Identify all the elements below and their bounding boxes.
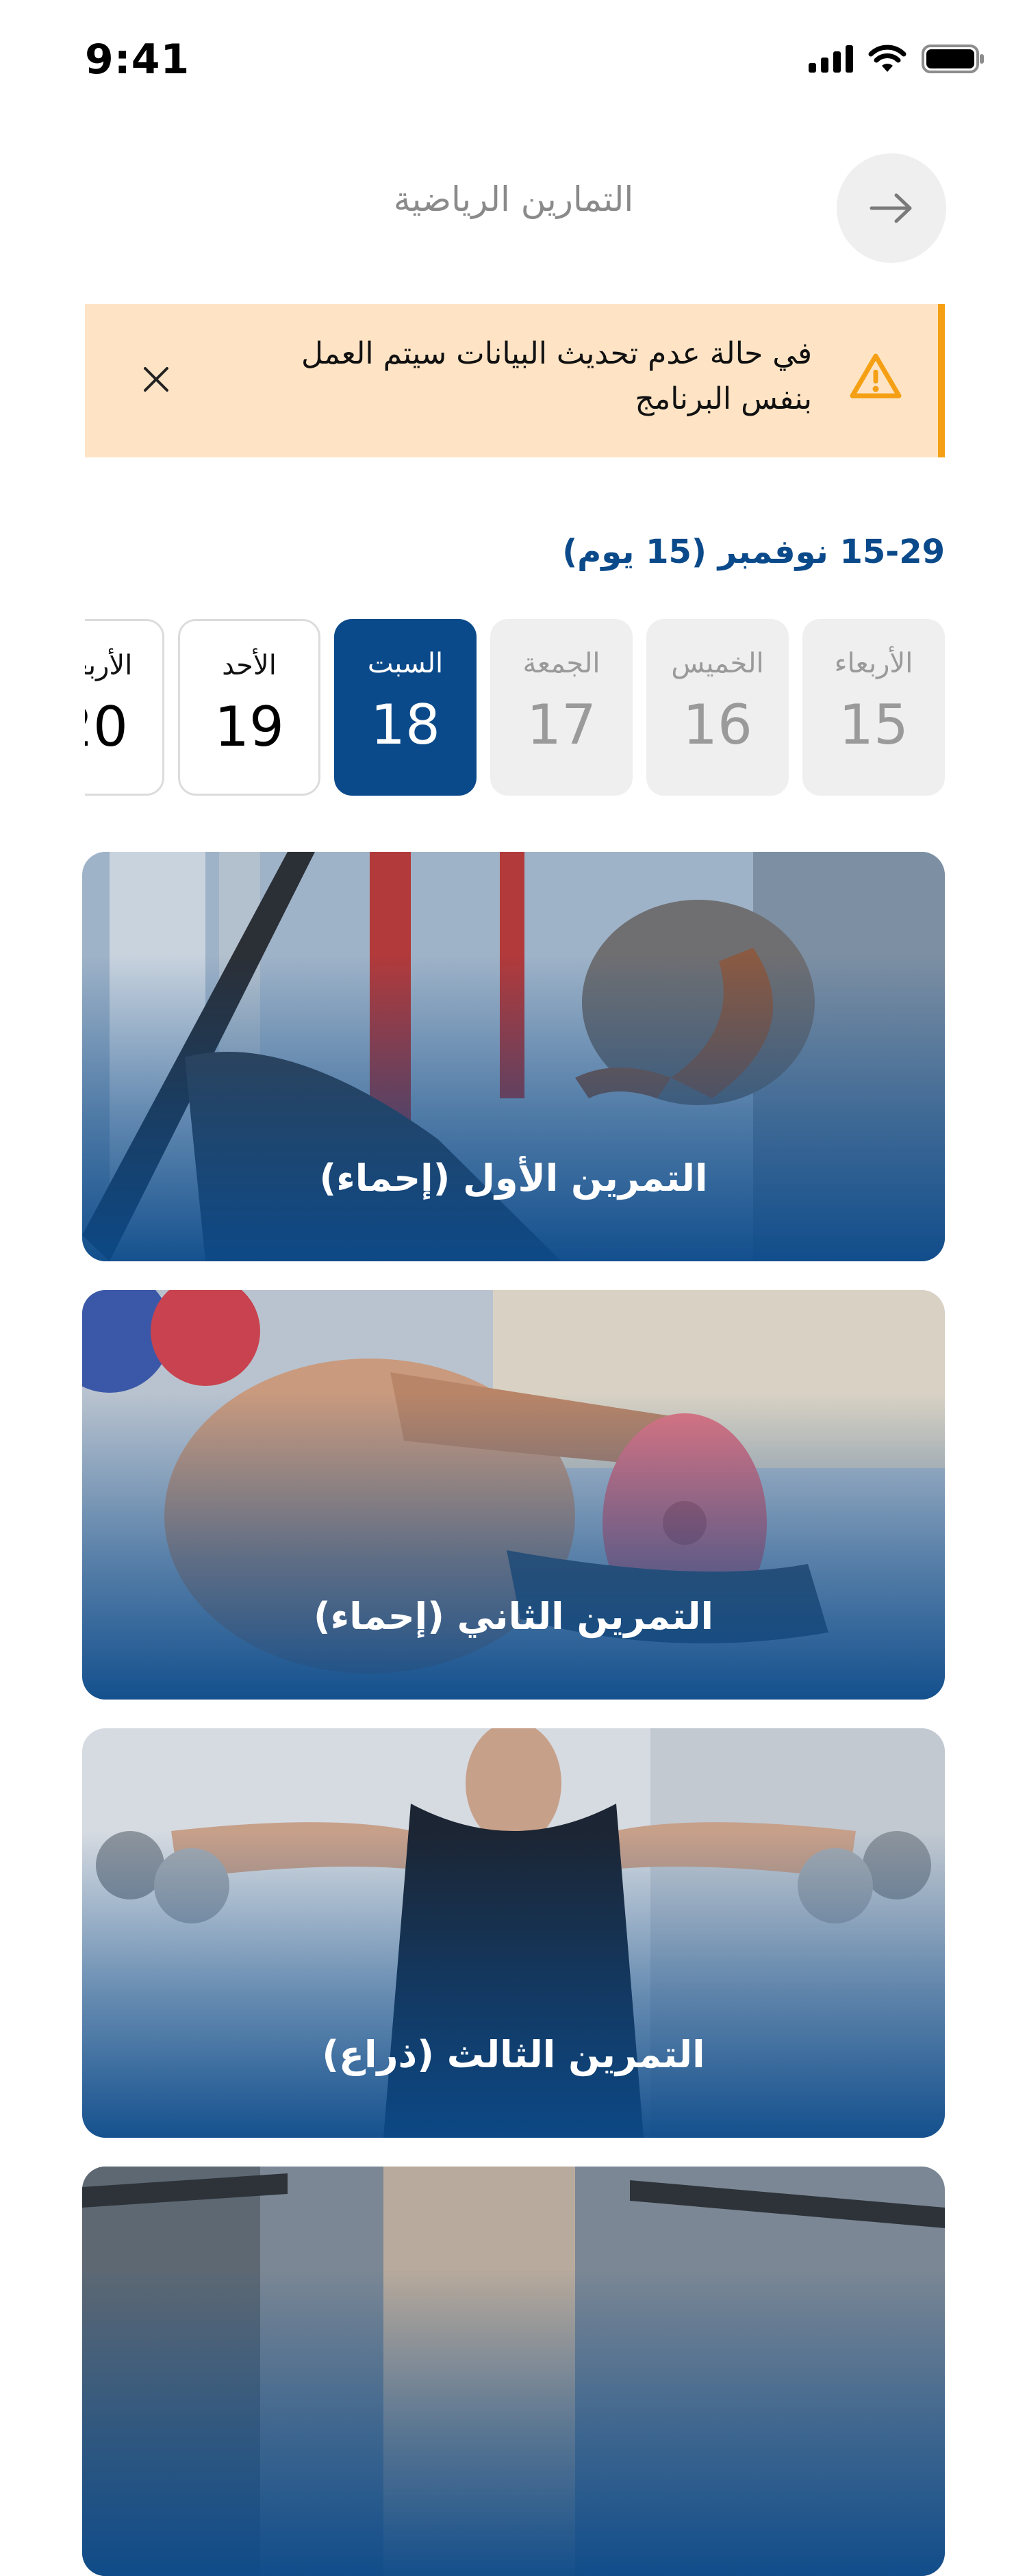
data-update-warning-banner: في حالة عدم تحديث البيانات سيتم العمل بن… — [85, 304, 945, 457]
day-number: 15 — [839, 693, 909, 757]
card-gradient-overlay — [82, 1290, 945, 1700]
workout-card[interactable]: التمرين الأول (إحماء) — [82, 852, 945, 1261]
day-name: الخميس — [671, 648, 764, 679]
day-number: 20 — [85, 695, 128, 759]
day-name: السبت — [367, 648, 444, 679]
arrow-right-icon — [870, 193, 912, 223]
day-item[interactable]: الخميس 16 — [646, 619, 789, 796]
back-button[interactable] — [837, 153, 946, 263]
workout-card[interactable]: التمرين الثالث (ذراع) — [82, 1728, 945, 2138]
day-name: الأربعاء — [85, 650, 133, 681]
day-item[interactable]: الأربعاء 15 — [802, 619, 945, 796]
day-item[interactable]: الجمعة 17 — [490, 619, 633, 796]
workout-title: التمرين الثالث (ذراع) — [322, 2033, 705, 2076]
battery-icon — [922, 45, 984, 73]
workout-title: التمرين الثاني (إحماء) — [314, 1595, 713, 1638]
status-icons — [809, 44, 986, 74]
workout-card[interactable]: التمرين الثاني (إحماء) — [82, 1290, 945, 1700]
card-gradient-overlay — [82, 2167, 945, 2576]
day-name: الأربعاء — [834, 648, 913, 679]
warning-icon — [850, 353, 902, 399]
day-number: 17 — [527, 693, 596, 757]
status-time: 9:41 — [85, 36, 190, 84]
workout-title: التمرين الأول (إحماء) — [319, 1157, 708, 1200]
day-name: الأحد — [222, 650, 277, 681]
day-item[interactable]: الأحد 19 — [178, 619, 320, 796]
wifi-icon — [868, 45, 906, 72]
day-number: 19 — [214, 695, 284, 759]
banner-close-button[interactable] — [134, 357, 178, 401]
day-number: 16 — [683, 693, 752, 757]
day-selector: الأربعاء 15 الخميس 16 الجمعة 17 السبت 18… — [85, 619, 945, 796]
close-icon — [144, 367, 168, 392]
day-name: الجمعة — [522, 648, 600, 679]
cellular-signal-icon — [809, 45, 853, 73]
card-gradient-overlay — [82, 1728, 945, 2138]
day-item[interactable]: الأربعاء 20 — [85, 619, 164, 796]
day-number: 18 — [370, 693, 440, 757]
date-range-label: 15-29 نوفمبر (15 يوم) — [562, 533, 945, 571]
workout-card[interactable] — [82, 2167, 945, 2576]
day-item-selected[interactable]: السبت 18 — [334, 619, 477, 796]
card-gradient-overlay — [82, 852, 945, 1261]
banner-message: في حالة عدم تحديث البيانات سيتم العمل بن… — [301, 336, 812, 416]
